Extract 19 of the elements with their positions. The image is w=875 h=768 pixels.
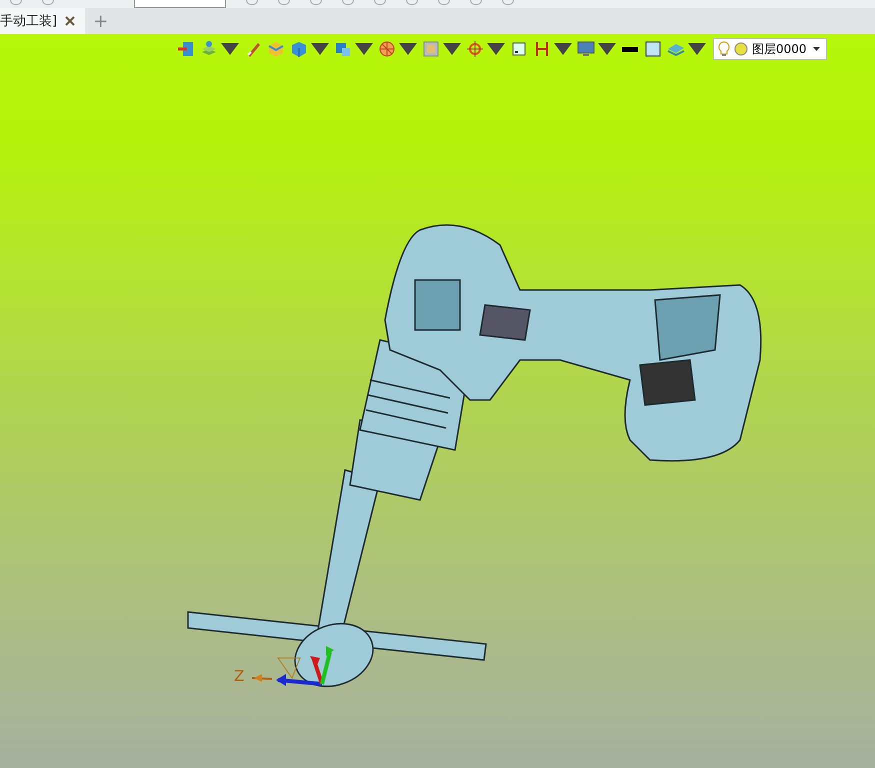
- caret-icon: [813, 47, 820, 51]
- cube-tool-icon[interactable]: [290, 40, 308, 58]
- target-tool-icon[interactable]: [466, 40, 484, 58]
- fill-tool-icon[interactable]: [644, 40, 662, 58]
- square-tool-icon[interactable]: [510, 40, 528, 58]
- lightbulb-icon[interactable]: [718, 41, 730, 57]
- monitor-tool-icon[interactable]: [577, 40, 595, 58]
- sphere-tool-icon[interactable]: [378, 40, 396, 58]
- measure-tool-icon[interactable]: [533, 40, 551, 58]
- axis-label: Z: [234, 667, 244, 685]
- circle-icon[interactable]: [734, 42, 748, 56]
- exit-tool-icon[interactable]: [177, 40, 195, 58]
- document-tab[interactable]: 手动工装]: [0, 8, 86, 34]
- view-tool-icon[interactable]: [334, 40, 352, 58]
- close-icon[interactable]: [65, 16, 76, 26]
- layer-dropdown[interactable]: 图层0000: [713, 38, 827, 60]
- axis-triad-icon: [252, 646, 334, 686]
- selection-filter-field[interactable]: [134, 0, 226, 8]
- box-tool-icon[interactable]: [267, 40, 285, 58]
